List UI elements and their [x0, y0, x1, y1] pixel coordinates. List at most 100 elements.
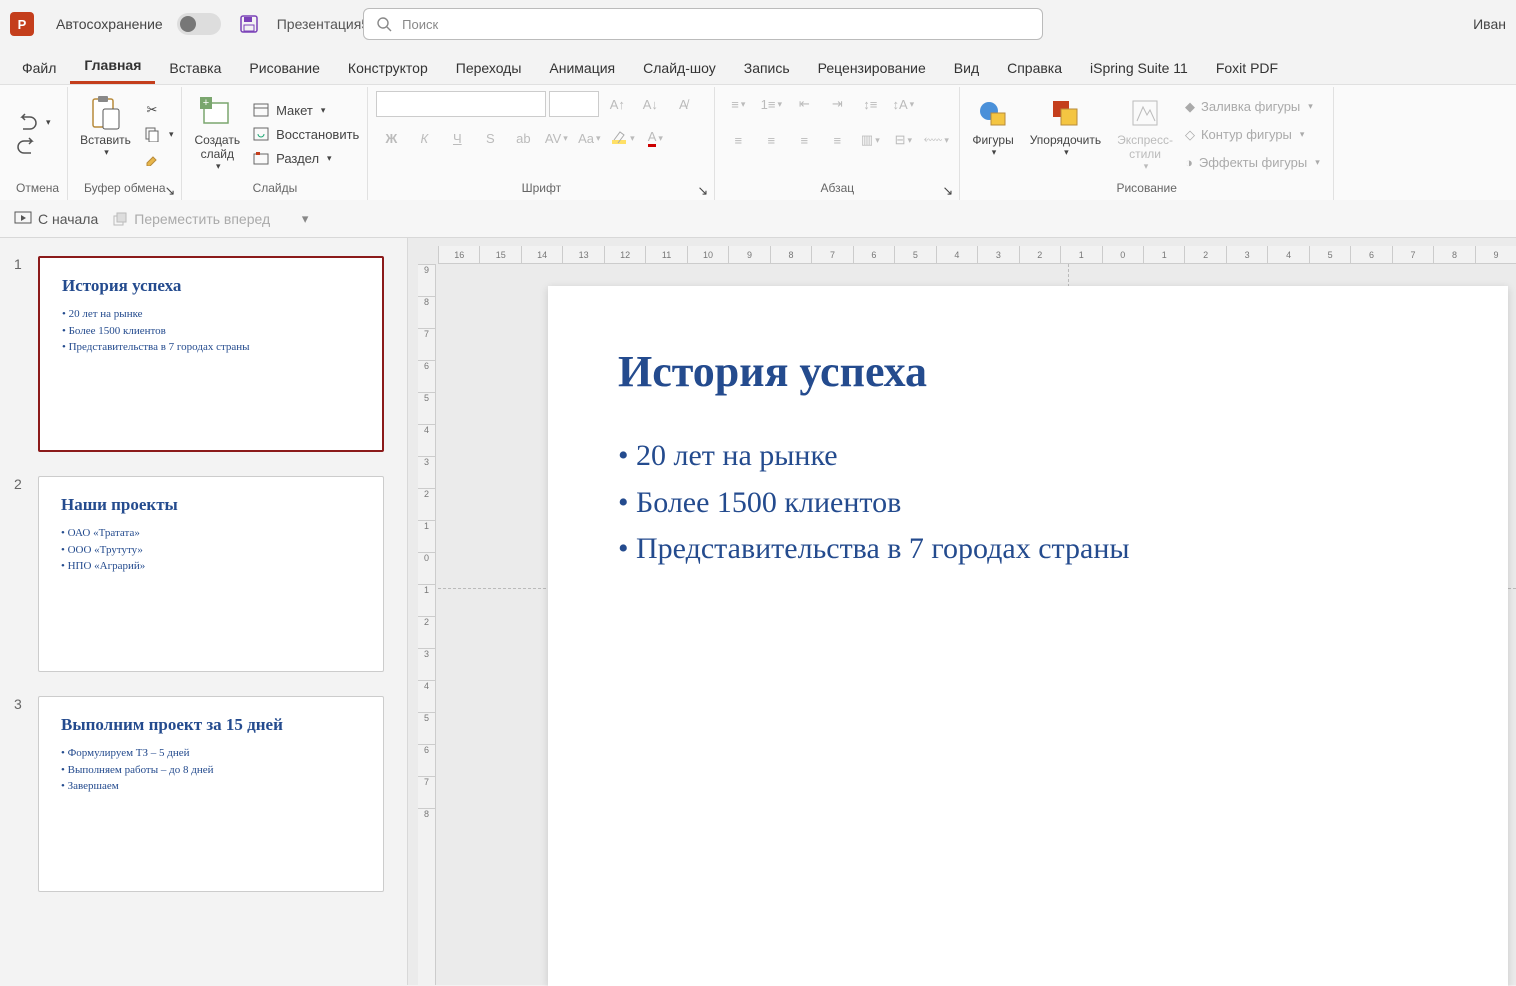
- format-painter-button[interactable]: [143, 149, 174, 167]
- group-font: A↑ A↓ A̸ Ж К Ч S ab AV▾ Aa▾ ▾ A▾ Шрифт ↘: [368, 87, 715, 200]
- qat-overflow-icon[interactable]: ▾: [290, 206, 320, 232]
- thumb-1[interactable]: 1 История успеха • 20 лет на рынке • Бол…: [14, 256, 393, 452]
- bring-forward-icon: [112, 211, 128, 227]
- bold-icon[interactable]: Ж: [376, 125, 406, 151]
- increase-font-icon[interactable]: A↑: [602, 91, 632, 117]
- group-label-undo: Отмена: [16, 181, 59, 198]
- arrange-button[interactable]: Упорядочить▾: [1026, 91, 1105, 160]
- tab-review[interactable]: Рецензирование: [804, 52, 940, 84]
- shadow-icon[interactable]: ab: [508, 125, 538, 151]
- slide-bullet[interactable]: • 20 лет на рынке: [618, 433, 1438, 480]
- ribbon: ▾ Отмена Вставить▾ ✂ ▾ Буфер обмена ↘ + …: [0, 84, 1516, 200]
- undo-button[interactable]: ▾: [16, 113, 51, 131]
- slide-bullet[interactable]: • Более 1500 клиентов: [618, 480, 1438, 527]
- justify-icon[interactable]: ≡: [822, 127, 852, 153]
- columns-icon[interactable]: ▥▾: [855, 127, 885, 153]
- align-left-icon[interactable]: ≡: [723, 127, 753, 153]
- font-dialog-launcher[interactable]: ↘: [697, 183, 711, 197]
- move-forward-button[interactable]: Переместить вперед: [112, 211, 270, 227]
- thumbnail-slide-2[interactable]: Наши проекты • ОАО «Тратата» • ООО «Трут…: [38, 476, 384, 672]
- font-color-icon[interactable]: A▾: [640, 125, 670, 151]
- highlight-icon[interactable]: ▾: [607, 125, 637, 151]
- spacing-icon[interactable]: AV▾: [541, 125, 571, 151]
- tab-ispring[interactable]: iSpring Suite 11: [1076, 52, 1202, 84]
- font-size-combo[interactable]: [549, 91, 599, 117]
- tab-slideshow[interactable]: Слайд-шоу: [629, 52, 730, 84]
- title-bar: P Автосохранение Презентация5 - PowerPoi…: [0, 0, 1516, 48]
- ribbon-tabs: Файл Главная Вставка Рисование Конструкт…: [0, 48, 1516, 84]
- shape-fill-button[interactable]: ◆Заливка фигуры▾: [1185, 99, 1325, 115]
- strike-icon[interactable]: S: [475, 125, 505, 151]
- align-center-icon[interactable]: ≡: [756, 127, 786, 153]
- tab-foxit[interactable]: Foxit PDF: [1202, 52, 1292, 84]
- decrease-font-icon[interactable]: A↓: [635, 91, 665, 117]
- indent-inc-icon[interactable]: ⇥: [822, 91, 852, 117]
- tab-help[interactable]: Справка: [993, 52, 1076, 84]
- bullets-icon[interactable]: ≡▾: [723, 91, 753, 117]
- cut-button[interactable]: ✂: [143, 101, 174, 119]
- slide-canvas[interactable]: История успеха • 20 лет на рынке • Более…: [548, 286, 1508, 986]
- scissors-icon: ✂: [143, 101, 161, 119]
- autosave-label: Автосохранение: [56, 16, 163, 32]
- slide-bullet[interactable]: • Представительства в 7 городах страны: [618, 526, 1438, 573]
- underline-icon[interactable]: Ч: [442, 125, 472, 151]
- tab-transitions[interactable]: Переходы: [442, 52, 536, 84]
- workspace: 1 История успеха • 20 лет на рынке • Бол…: [0, 238, 1516, 985]
- tab-draw[interactable]: Рисование: [235, 52, 334, 84]
- indent-dec-icon[interactable]: ⇤: [789, 91, 819, 117]
- shapes-button[interactable]: Фигуры▾: [968, 91, 1017, 160]
- redo-button[interactable]: [16, 137, 51, 155]
- tab-record[interactable]: Запись: [730, 52, 804, 84]
- thumbnail-slide-1[interactable]: История успеха • 20 лет на рынке • Более…: [38, 256, 384, 452]
- slide-panel[interactable]: 1 История успеха • 20 лет на рынке • Бол…: [0, 238, 408, 985]
- copy-button[interactable]: ▾: [143, 125, 174, 143]
- save-icon[interactable]: [239, 14, 259, 34]
- layout-icon: [252, 101, 270, 119]
- from-beginning-button[interactable]: С начала: [14, 211, 98, 227]
- tab-file[interactable]: Файл: [8, 52, 70, 84]
- tab-insert[interactable]: Вставка: [155, 52, 235, 84]
- user-name[interactable]: Иван: [1473, 16, 1506, 32]
- thumb-3[interactable]: 3 Выполним проект за 15 дней • Формулиру…: [14, 696, 393, 892]
- align-right-icon[interactable]: ≡: [789, 127, 819, 153]
- group-undo: ▾ Отмена: [8, 87, 68, 200]
- layout-button[interactable]: Макет▾: [252, 101, 359, 119]
- align-text-icon[interactable]: ⊟▾: [888, 127, 918, 153]
- tab-design[interactable]: Конструктор: [334, 52, 442, 84]
- reset-button[interactable]: Восстановить: [252, 125, 359, 143]
- clear-format-icon[interactable]: A̸: [668, 91, 698, 117]
- numbering-icon[interactable]: 1≡▾: [756, 91, 786, 117]
- text-direction-icon[interactable]: ↕A▾: [888, 91, 918, 117]
- vertical-ruler: 987654321012345678: [418, 264, 436, 985]
- section-button[interactable]: Раздел▾: [252, 149, 359, 167]
- search-icon: [376, 16, 392, 32]
- group-drawing: Фигуры▾ Упорядочить▾ Экспресс- стили▾ ◆З…: [960, 87, 1334, 200]
- line-spacing-icon[interactable]: ↕≡: [855, 91, 885, 117]
- canvas-area[interactable]: 161514131211109876543210123456789 987654…: [408, 238, 1516, 985]
- thumb-2[interactable]: 2 Наши проекты • ОАО «Тратата» • ООО «Тр…: [14, 476, 393, 672]
- search-box[interactable]: Поиск: [363, 8, 1043, 40]
- tab-view[interactable]: Вид: [940, 52, 993, 84]
- quick-styles-button[interactable]: Экспресс- стили▾: [1113, 91, 1177, 174]
- group-clipboard: Вставить▾ ✂ ▾ Буфер обмена ↘: [68, 87, 182, 200]
- slide-title[interactable]: История успеха: [618, 346, 1438, 397]
- section-icon: [252, 149, 270, 167]
- para-dialog-launcher[interactable]: ↘: [942, 183, 956, 197]
- autosave-toggle[interactable]: [177, 13, 221, 35]
- smartart-icon[interactable]: ⬳▾: [921, 127, 951, 153]
- effects-icon: ◑: [1185, 155, 1193, 170]
- thumbnail-slide-3[interactable]: Выполним проект за 15 дней • Формулируем…: [38, 696, 384, 892]
- paste-button[interactable]: Вставить▾: [76, 91, 135, 160]
- group-slides: + Создать слайд▾ Макет▾ Восстановить Раз…: [182, 87, 368, 200]
- clipboard-dialog-launcher[interactable]: ↘: [164, 183, 178, 197]
- shape-outline-button[interactable]: ◇Контур фигуры▾: [1185, 127, 1325, 143]
- group-label-clipboard: Буфер обмена: [76, 181, 173, 198]
- new-slide-button[interactable]: + Создать слайд▾: [190, 91, 244, 174]
- case-icon[interactable]: Aa▾: [574, 125, 604, 151]
- font-name-combo[interactable]: [376, 91, 546, 117]
- horizontal-ruler: 161514131211109876543210123456789: [438, 246, 1516, 264]
- shape-effects-button[interactable]: ◑Эффекты фигуры▾: [1185, 155, 1325, 170]
- tab-home[interactable]: Главная: [70, 49, 155, 84]
- italic-icon[interactable]: К: [409, 125, 439, 151]
- tab-animations[interactable]: Анимация: [535, 52, 629, 84]
